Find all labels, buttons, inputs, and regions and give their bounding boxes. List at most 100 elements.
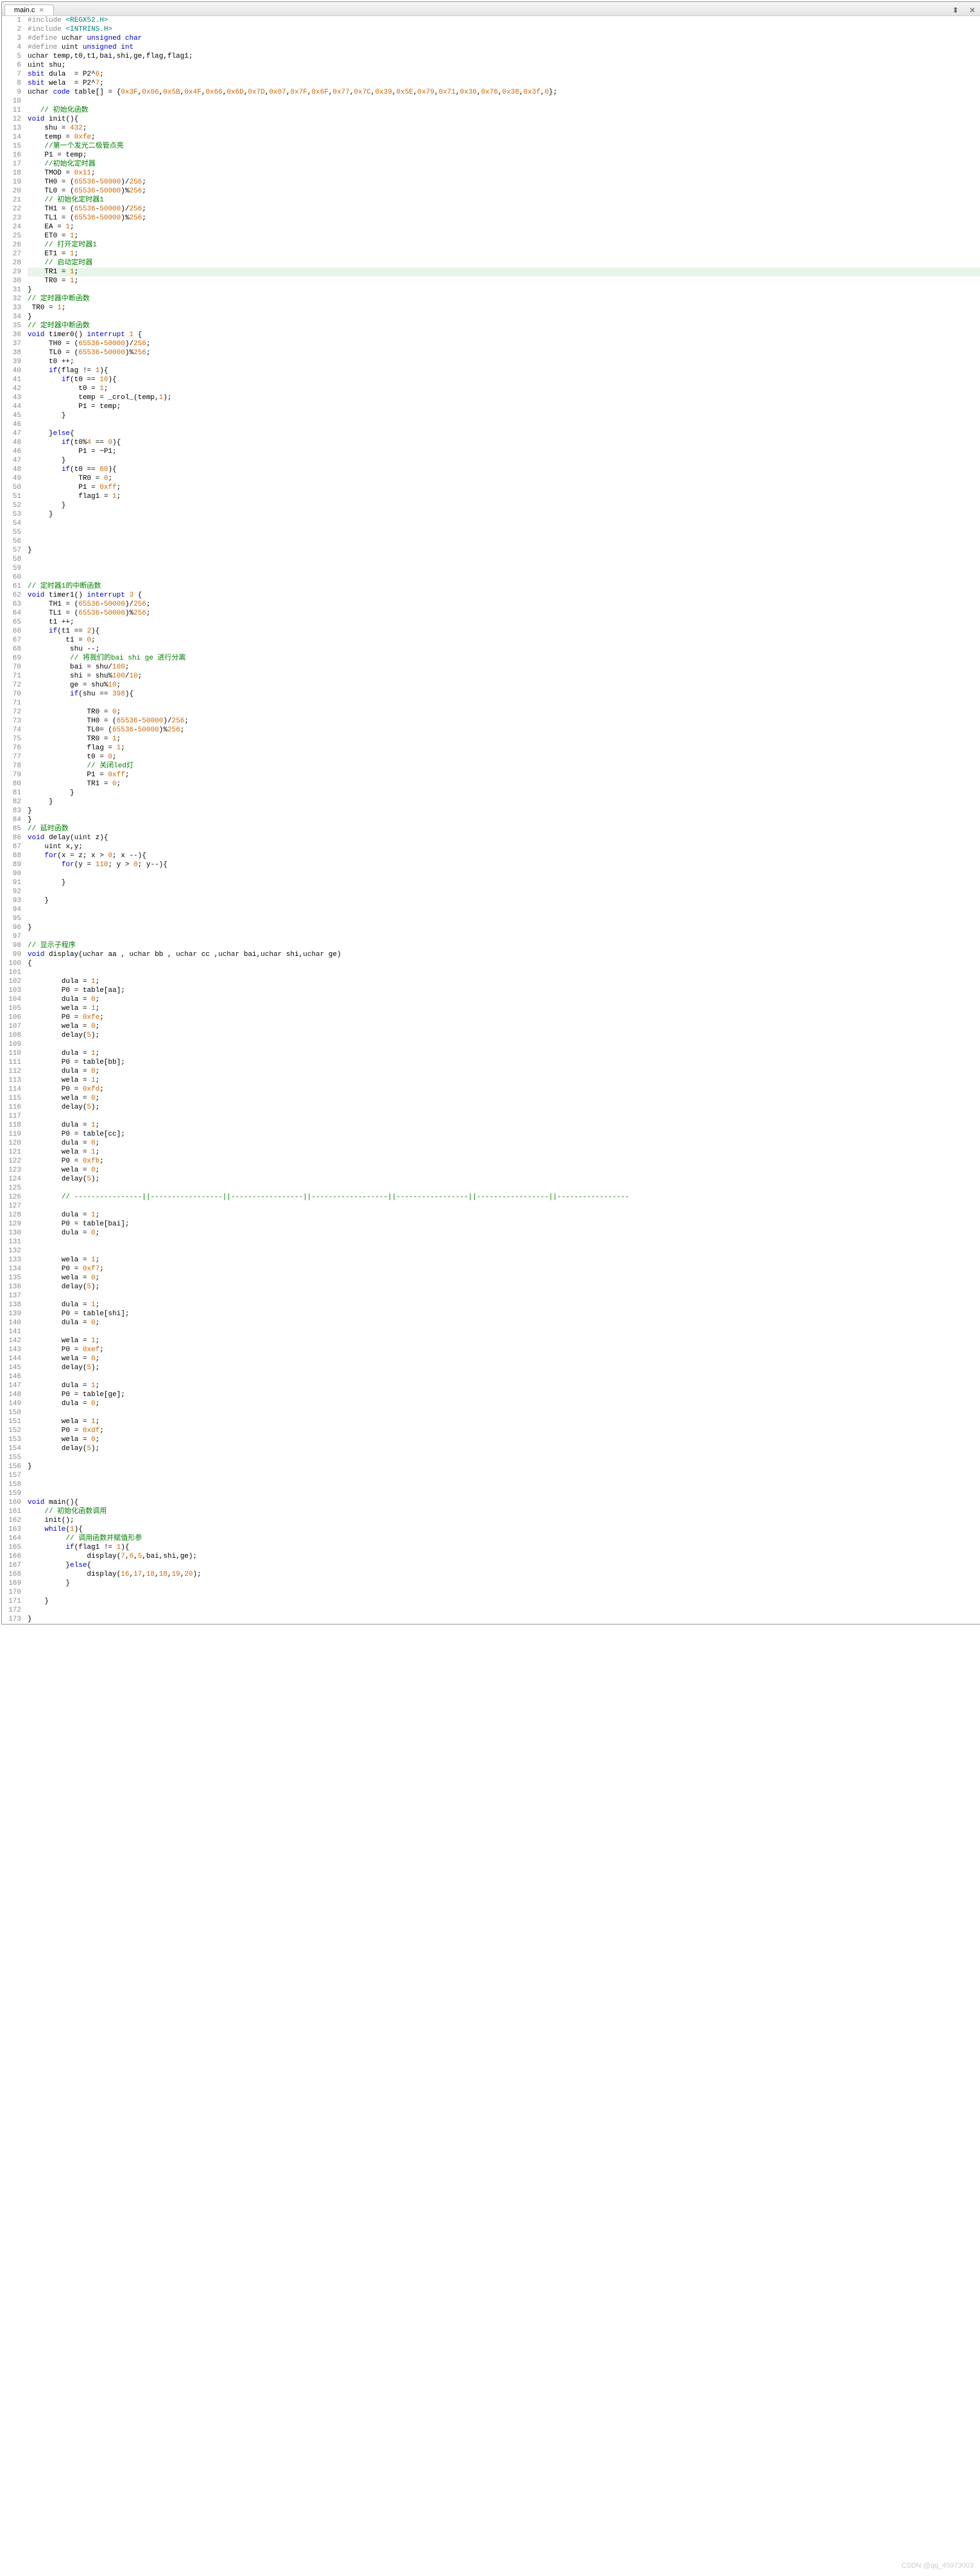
code-line[interactable]: TL0 = (65536-50000)%256; <box>28 187 980 196</box>
code-line[interactable]: TR0 = 1; <box>28 735 980 744</box>
code-line[interactable]: } <box>28 789 980 798</box>
code-line[interactable]: for(y = 110; y > 0; y--){ <box>28 860 980 869</box>
code-line[interactable]: void init(){ <box>28 115 980 124</box>
code-line[interactable]: TH1 = (65536-50000)/256; <box>28 205 980 214</box>
code-line[interactable]: wela = 1; <box>28 1148 980 1157</box>
code-line[interactable]: P0 = 0xf7; <box>28 1265 980 1274</box>
code-line[interactable] <box>28 968 980 977</box>
code-line[interactable]: if(t0%4 == 0){ <box>28 438 980 447</box>
code-line[interactable]: P1 = temp; <box>28 151 980 160</box>
code-line[interactable]: TR1 = 0; <box>28 780 980 789</box>
code-line[interactable]: delay(5); <box>28 1444 980 1453</box>
code-line[interactable]: t0 = 0; <box>28 753 980 762</box>
code-line[interactable]: P1 = 0xff; <box>28 771 980 780</box>
code-line[interactable]: display(7,6,5,bai,shi,ge); <box>28 1552 980 1561</box>
code-line[interactable]: wela = 1; <box>28 1004 980 1013</box>
code-line[interactable] <box>28 97 980 106</box>
code-line[interactable]: wela = 0; <box>28 1354 980 1363</box>
code-line[interactable]: // 初始化函数调用 <box>28 1507 980 1516</box>
code-line[interactable]: dula = 1; <box>28 1301 980 1309</box>
code-line[interactable]: P0 = 0xfd; <box>28 1085 980 1094</box>
code-line[interactable] <box>28 1453 980 1462</box>
code-line[interactable] <box>28 1247 980 1256</box>
code-line[interactable]: TH1 = (65536-50000)/256; <box>28 600 980 609</box>
code-line[interactable]: // 定时器中断函数 <box>28 294 980 303</box>
code-line[interactable]: shi = shu%100/10; <box>28 672 980 681</box>
code-area[interactable]: #include <REGX52.H>#include <INTRINS.H>#… <box>25 16 980 1624</box>
code-line[interactable]: wela = 0; <box>28 1094 980 1103</box>
code-line[interactable]: }else{ <box>28 1561 980 1570</box>
code-line[interactable]: } <box>28 896 980 905</box>
code-line[interactable]: if(flag1 != 1){ <box>28 1543 980 1552</box>
code-line[interactable]: } <box>28 411 980 420</box>
code-line[interactable] <box>28 1238 980 1247</box>
code-line[interactable]: P0 = 0xef; <box>28 1345 980 1354</box>
code-line[interactable]: // 打开定时器1 <box>28 241 980 250</box>
code-line[interactable] <box>28 1408 980 1417</box>
code-line[interactable]: #define uint unsigned int <box>28 43 980 52</box>
code-line[interactable]: dula = 1; <box>28 1121 980 1130</box>
code-line[interactable] <box>28 905 980 914</box>
code-line[interactable]: TMOD = 0x11; <box>28 169 980 178</box>
code-line[interactable] <box>28 573 980 582</box>
code-line[interactable]: dula = 1; <box>28 1049 980 1058</box>
code-line[interactable]: wela = 1; <box>28 1256 980 1265</box>
code-line[interactable] <box>28 519 980 528</box>
code-line[interactable]: TR0 = 1; <box>28 277 980 286</box>
code-line[interactable]: EA = 1; <box>28 223 980 232</box>
code-line[interactable]: // 关闭led灯 <box>28 762 980 771</box>
code-line[interactable]: delay(5); <box>28 1103 980 1112</box>
code-line[interactable]: flag1 = 1; <box>28 492 980 501</box>
code-line[interactable]: } <box>28 1597 980 1606</box>
code-line[interactable]: if(flag != 1){ <box>28 366 980 375</box>
code-line[interactable]: void timer0() interrupt 1 { <box>28 330 980 339</box>
code-line[interactable]: ET1 = 1; <box>28 250 980 259</box>
expand-icon[interactable]: ⬍ <box>947 6 964 15</box>
code-line[interactable]: flag = 1; <box>28 744 980 753</box>
code-line[interactable] <box>28 564 980 573</box>
code-line[interactable]: dula = 1; <box>28 1211 980 1220</box>
code-line[interactable] <box>28 1480 980 1489</box>
code-line[interactable]: if(t0 == 60){ <box>28 465 980 474</box>
code-line[interactable]: #include <INTRINS.H> <box>28 25 980 34</box>
window-close-icon[interactable]: ✕ <box>964 6 980 15</box>
code-line[interactable]: void display(uchar aa , uchar bb , uchar… <box>28 950 980 959</box>
code-line[interactable]: TL1 = (65536-50000)%256; <box>28 214 980 223</box>
code-line[interactable]: // 将我们的bai shi ge 进行分离 <box>28 654 980 663</box>
code-line[interactable]: } <box>28 501 980 510</box>
code-line[interactable]: } <box>28 546 980 555</box>
code-line[interactable]: P0 = 0xdf; <box>28 1426 980 1435</box>
code-line[interactable]: P0 = table[bb]; <box>28 1058 980 1067</box>
code-line[interactable]: //第一个发光二极管点亮 <box>28 142 980 151</box>
code-line[interactable] <box>28 1471 980 1480</box>
code-line[interactable]: P0 = table[ge]; <box>28 1390 980 1399</box>
code-line[interactable]: } <box>28 510 980 519</box>
code-line[interactable]: uchar code table[] = {0x3F,0x06,0x5B,0x4… <box>28 88 980 97</box>
code-line[interactable]: dula = 1; <box>28 977 980 986</box>
code-line[interactable]: TL1 = (65536-50000)%256; <box>28 609 980 618</box>
code-line[interactable] <box>28 1112 980 1121</box>
code-line[interactable] <box>28 1040 980 1049</box>
code-line[interactable] <box>28 1327 980 1336</box>
code-line[interactable]: P1 = ~P1; <box>28 447 980 456</box>
code-line[interactable] <box>28 555 980 564</box>
code-line[interactable] <box>28 537 980 546</box>
code-line[interactable]: // 初始化函数 <box>28 106 980 115</box>
code-line[interactable]: void main(){ <box>28 1498 980 1507</box>
code-line[interactable] <box>28 1606 980 1615</box>
code-line[interactable]: P0 = 0xfb; <box>28 1157 980 1166</box>
code-line[interactable] <box>28 1292 980 1301</box>
code-line[interactable]: TH0 = (65536-50000)/256; <box>28 717 980 726</box>
code-line[interactable]: dula = 0; <box>28 1139 980 1148</box>
code-line[interactable]: uint x,y; <box>28 842 980 851</box>
code-line[interactable]: // 定时器中断函数 <box>28 321 980 330</box>
code-line[interactable]: wela = 0; <box>28 1022 980 1031</box>
code-line[interactable]: void timer1() interrupt 3 { <box>28 591 980 600</box>
code-line[interactable]: wela = 1; <box>28 1417 980 1426</box>
code-line[interactable] <box>28 1184 980 1193</box>
code-line[interactable]: void delay(uint z){ <box>28 833 980 842</box>
code-line[interactable]: // 初始化定时器1 <box>28 196 980 205</box>
code-line[interactable] <box>28 1202 980 1211</box>
code-line[interactable] <box>28 420 980 429</box>
code-line[interactable]: } <box>28 798 980 806</box>
